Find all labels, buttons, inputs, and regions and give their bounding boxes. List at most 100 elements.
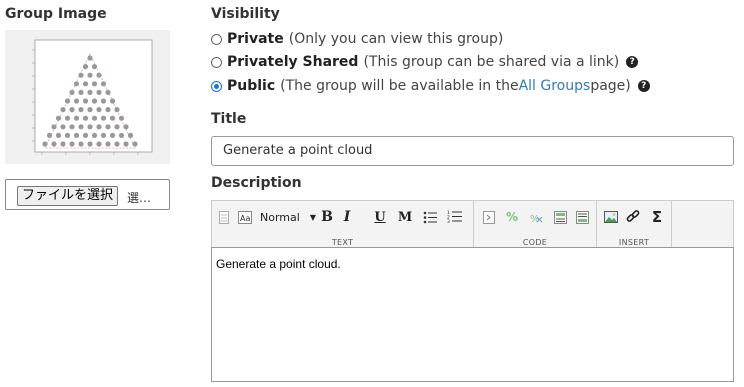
cloud-dot [105, 124, 111, 130]
cloud-dot [132, 141, 138, 147]
insert-image-icon[interactable] [603, 209, 619, 225]
cloud-dot [118, 115, 125, 121]
cloud-dot [69, 107, 75, 113]
visibility-option-privately-shared[interactable]: Privately Shared (This group can be shar… [211, 52, 639, 72]
code-block-icon[interactable] [482, 209, 496, 225]
format-select[interactable]: Normal ▼ [260, 209, 316, 225]
cloud-dot [105, 107, 111, 113]
file-picker[interactable]: ファイルを選択 選… [5, 179, 170, 210]
cloud-dot [100, 115, 107, 121]
format-select-value: Normal [260, 210, 300, 224]
cloud-dot [55, 132, 62, 138]
cloud-dot [118, 132, 125, 138]
toolbar-group-label-code: CODE [522, 238, 548, 247]
cloud-dot [109, 98, 116, 104]
cloud-dot [87, 107, 93, 113]
title-heading: Title [211, 111, 247, 127]
all-groups-link[interactable]: All Groups [519, 78, 591, 94]
public-description-pre: (The group will be available in the [280, 78, 519, 94]
insert-cell-below-icon[interactable] [575, 209, 589, 225]
title-input[interactable]: Generate a point cloud [211, 136, 734, 166]
public-label: Public [227, 78, 276, 94]
choose-file-button[interactable]: ファイルを選択 [17, 186, 119, 206]
cloud-dot [73, 81, 80, 87]
cloud-dot [73, 132, 80, 138]
toolbar-group-label-text: TEXT [331, 238, 354, 247]
private-description: (Only you can view this group) [288, 31, 504, 47]
cloud-dot [114, 141, 120, 147]
cloud-dot [42, 141, 48, 147]
toolbar-group-text: Aa Normal ▼ B I U M 123 TEXT [212, 201, 473, 248]
cloud-dot [96, 89, 102, 95]
cloud-dot [82, 132, 89, 138]
clear-output-icon[interactable]: % [529, 209, 543, 225]
italic-button[interactable]: I [340, 209, 354, 225]
help-icon[interactable]: ? [637, 80, 650, 92]
cloud-dot [55, 115, 62, 121]
cloud-dot [87, 124, 93, 130]
toolbar-group-insert: Σ INSERT [597, 201, 671, 248]
cloud-dot [109, 115, 116, 121]
toolbar-group-code: % % CODE [474, 201, 596, 248]
cloud-dot [96, 141, 102, 147]
insert-cell-above-icon[interactable] [553, 209, 567, 225]
cloud-dot [127, 132, 134, 138]
cloud-dot [78, 107, 84, 113]
help-icon[interactable]: ? [626, 56, 639, 68]
cloud-dot [100, 98, 107, 104]
cloud-dot [82, 98, 89, 104]
cloud-dot [69, 124, 75, 130]
cloud-dot [87, 141, 93, 147]
cloud-dot [46, 132, 53, 138]
monospace-button[interactable]: M [398, 209, 412, 225]
cloud-dot [87, 89, 93, 95]
description-editor[interactable]: Generate a point cloud. [211, 247, 734, 382]
point-cloud-plot-thumbnail [32, 39, 153, 155]
cloud-dot [91, 81, 98, 87]
bold-button[interactable]: B [320, 209, 334, 225]
numbered-list-icon[interactable]: 123 [446, 209, 462, 225]
cloud-dot [51, 141, 57, 147]
document-icon[interactable] [218, 209, 230, 225]
insert-formula-button[interactable]: Σ [649, 208, 665, 226]
insert-link-icon[interactable] [625, 209, 641, 225]
cloud-dot [73, 98, 80, 104]
cloud-dot [64, 115, 71, 121]
toolbar-group-label-insert: INSERT [618, 238, 650, 247]
visibility-option-public[interactable]: Public (The group will be available in t… [211, 76, 650, 96]
description-text: Generate a point cloud. [216, 257, 341, 271]
private-radio[interactable] [211, 33, 222, 45]
cloud-dot [87, 72, 93, 78]
cloud-dot [78, 72, 84, 78]
font-size-icon[interactable]: Aa [238, 209, 252, 225]
cloud-dot [100, 132, 107, 138]
cloud-dot [60, 107, 66, 113]
cloud-dot [109, 132, 116, 138]
cloud-dot [114, 124, 120, 130]
cloud-dot [78, 89, 84, 95]
editor-toolbar: Aa Normal ▼ B I U M 123 TEXT % % CODE Σ … [211, 200, 734, 248]
cloud-dot [105, 141, 111, 147]
cloud-dot [78, 124, 84, 130]
cloud-dot [69, 89, 75, 95]
cloud-dot [60, 124, 66, 130]
selected-file-name: 選… [127, 191, 152, 205]
percent-icon[interactable]: % [505, 209, 519, 225]
cloud-dot [91, 64, 98, 70]
cloud-dot [96, 124, 102, 130]
cloud-dot [82, 81, 89, 87]
cloud-dot [69, 141, 75, 147]
bullet-list-icon[interactable] [422, 209, 438, 225]
cloud-dot [91, 132, 98, 138]
underline-button[interactable]: U [373, 209, 387, 225]
cloud-dot [51, 124, 57, 130]
chevron-down-icon: ▼ [309, 212, 316, 222]
visibility-option-private[interactable]: Private (Only you can view this group) [211, 29, 503, 49]
privately-shared-radio[interactable] [211, 56, 222, 68]
cloud-dot [78, 141, 84, 147]
group-image-heading: Group Image [5, 6, 107, 22]
cloud-dot [96, 107, 102, 113]
cloud-dot [123, 124, 129, 130]
public-radio[interactable] [211, 80, 222, 92]
public-description-post: page) [590, 78, 631, 94]
